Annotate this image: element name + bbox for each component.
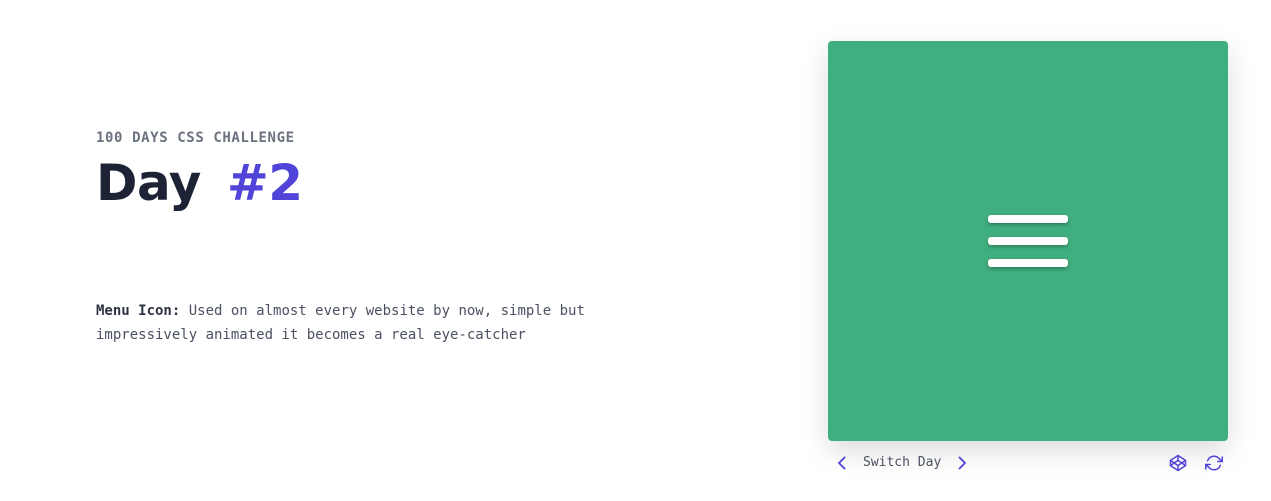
chevron-left-icon bbox=[838, 456, 846, 470]
day-controls: Switch Day bbox=[828, 449, 1228, 477]
demo-stage bbox=[828, 41, 1228, 441]
codepen-icon bbox=[1169, 454, 1187, 472]
title-day-number: #2 bbox=[226, 154, 303, 212]
intro-section: 100 DAYS CSS CHALLENGE Day #2 bbox=[96, 128, 636, 210]
switch-day-label: Switch Day bbox=[863, 455, 942, 470]
menu-bar-middle bbox=[988, 237, 1068, 245]
title-day-word: Day bbox=[96, 154, 201, 212]
challenge-description: Menu Icon: Used on almost every website … bbox=[96, 299, 636, 347]
chevron-right-icon bbox=[958, 456, 966, 470]
menu-bar-top bbox=[988, 215, 1068, 223]
page-title: Day #2 bbox=[96, 156, 636, 210]
refresh-icon bbox=[1205, 455, 1223, 471]
refresh-button[interactable] bbox=[1204, 453, 1224, 473]
description-label: Menu Icon: bbox=[96, 303, 181, 319]
previous-day-button[interactable] bbox=[832, 453, 852, 473]
next-day-button[interactable] bbox=[952, 453, 972, 473]
challenge-kicker: 100 DAYS CSS CHALLENGE bbox=[96, 130, 295, 146]
menu-bar-bottom bbox=[988, 259, 1068, 267]
hamburger-menu-icon[interactable] bbox=[988, 214, 1068, 268]
codepen-button[interactable] bbox=[1168, 453, 1188, 473]
